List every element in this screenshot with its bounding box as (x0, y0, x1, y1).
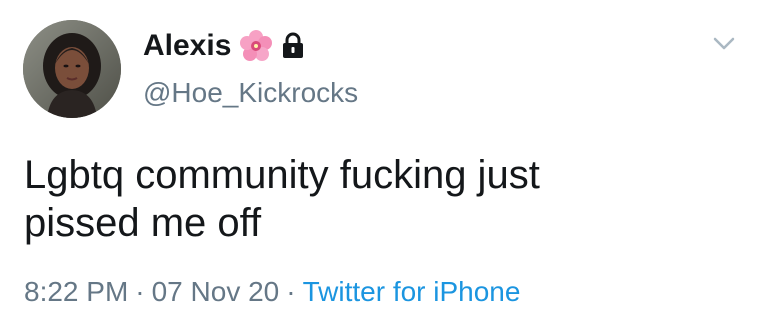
metadata-separator: · (135, 276, 145, 307)
tweet-card: Alexis @Hoe_Kickrocks Lgbtq community fu… (0, 0, 758, 318)
chevron-down-icon (713, 37, 735, 56)
avatar[interactable] (23, 20, 121, 118)
more-options-button[interactable] (710, 35, 738, 57)
lock-icon (281, 32, 305, 60)
tweet-date[interactable]: 07 Nov 20 (152, 275, 280, 309)
author-name-row: Alexis (143, 26, 305, 66)
tweet-time[interactable]: 8:22 PM (24, 275, 128, 309)
tweet-source-link[interactable]: Twitter for iPhone (303, 275, 521, 309)
username-handle[interactable]: @Hoe_Kickrocks (143, 76, 358, 110)
tweet-text: Lgbtq community fucking just pissed me o… (24, 153, 540, 245)
display-name[interactable]: Alexis (143, 31, 231, 61)
tweet-metadata: 8:22 PM · 07 Nov 20 · Twitter for iPhone (24, 275, 520, 309)
flower-icon (239, 29, 273, 63)
metadata-separator: · (286, 276, 296, 307)
